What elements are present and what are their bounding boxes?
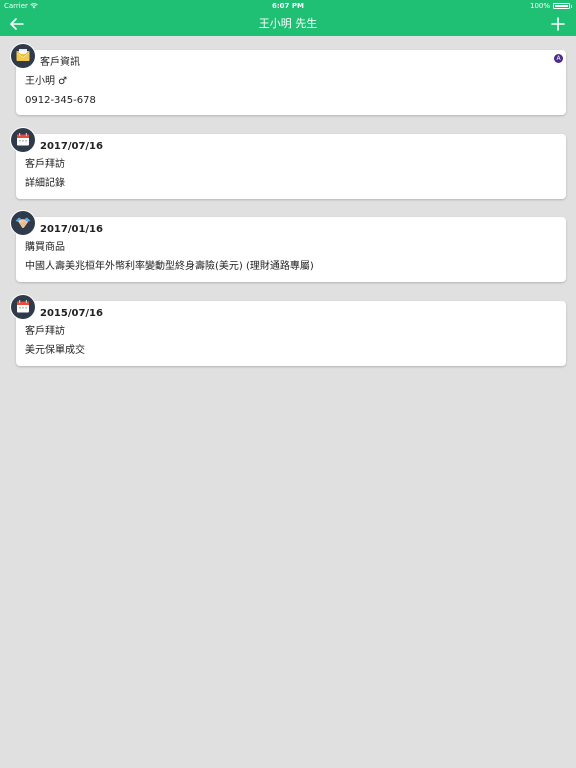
battery-fill [555,5,568,7]
battery-percent: 100% [529,2,550,10]
plus-icon [551,17,565,31]
page-title: 王小明 先生 [258,17,318,30]
status-battery-group: 100% [530,0,572,12]
card-date: 2017/01/16 [40,224,103,235]
handshake-icon [15,217,31,228]
card-detail: 中國人壽美兆桓年外幣利率變動型終身壽險(美元) (理財通路專屬) [25,261,314,272]
customer-name: 王小明 ♂ [25,76,68,87]
envelope-avatar [11,44,35,68]
card-date: 2017/07/16 [40,141,103,152]
card-type: 客戶拜訪 [25,326,65,337]
back-button[interactable] [6,14,28,34]
customer-info-card[interactable]: 客戶資訊 王小明 ♂ 0912-345-678 A [16,50,566,115]
back-arrow-icon [10,18,24,30]
card-detail: 美元保單成交 [25,345,85,356]
battery-icon [553,3,570,9]
customer-phone[interactable]: 0912-345-678 [25,95,96,107]
status-badge: A [554,54,563,63]
status-time: 6:07 PM [272,2,304,10]
app-header: Carrier 6:07 PM 100% 王小明 先生 [0,0,576,36]
card-date: 2015/07/16 [40,308,103,319]
calendar-avatar [11,295,35,319]
envelope-icon [16,49,30,61]
timeline-card[interactable]: 2017/07/16 客戶拜訪 詳細記錄 [16,134,566,199]
calendar-icon [17,133,29,146]
battery-tip [571,4,572,8]
card-detail: 詳細記錄 [25,178,65,189]
timeline-card[interactable]: 2015/07/16 客戶拜訪 美元保單成交 [16,301,566,366]
nav-bar: 王小明 先生 [0,12,576,36]
handshake-avatar [11,211,35,235]
calendar-icon [17,300,29,313]
timeline-card[interactable]: 2017/01/16 購買商品 中國人壽美兆桓年外幣利率變動型終身壽險(美元) … [16,217,566,282]
calendar-avatar [11,128,35,152]
card-type: 客戶拜訪 [25,159,65,170]
status-bar: Carrier 6:07 PM 100% [0,0,576,12]
card-type: 購買商品 [25,242,65,253]
add-button[interactable] [548,14,568,34]
card-title: 客戶資訊 [40,57,80,68]
